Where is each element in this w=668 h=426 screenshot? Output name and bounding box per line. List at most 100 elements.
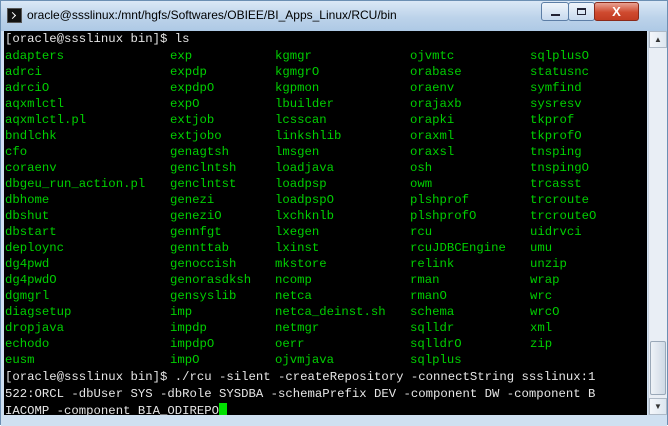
terminal-output[interactable]: [oracle@ssslinux bin]$ ls adapters adrci a… xyxy=(4,31,647,415)
file-entry: unzip xyxy=(530,257,567,271)
file-entry: adrciO xyxy=(5,81,50,95)
file-entry: wrc xyxy=(530,289,553,303)
window-bottom-border xyxy=(1,415,667,426)
file-entry: rcuJDBCEngine xyxy=(410,241,506,255)
file-entry: netca_deinst.sh xyxy=(275,305,386,319)
scrollbar-thumb[interactable] xyxy=(650,341,666,395)
file-entry: osh xyxy=(410,161,433,175)
file-entry: eusm xyxy=(5,353,35,367)
file-entry: plshprofO xyxy=(410,209,477,223)
file-entry: sysresv xyxy=(530,97,582,111)
file-entry: rcu xyxy=(410,225,433,239)
file-entry: ncomp xyxy=(275,273,312,287)
file-entry: schema xyxy=(410,305,455,319)
file-entry: coraenv xyxy=(5,161,57,175)
file-entry: lxinst xyxy=(275,241,320,255)
file-entry: oraxsl xyxy=(410,145,455,159)
file-entry: xml xyxy=(530,321,553,335)
file-entry: genoccish xyxy=(170,257,237,271)
file-entry: oerr xyxy=(275,337,305,351)
file-entry: lxchknlb xyxy=(275,209,335,223)
file-entry: gennttab xyxy=(170,241,230,255)
file-entry: impdpO xyxy=(170,337,215,351)
minimize-button[interactable] xyxy=(541,2,569,21)
file-entry: netca xyxy=(275,289,312,303)
window-title: oracle@ssslinux:/mnt/hgfs/Softwares/OBIE… xyxy=(27,8,397,22)
file-entry: aqxmlctl xyxy=(5,97,65,111)
file-entry: statusnc xyxy=(530,65,590,79)
file-entry: tnsping xyxy=(530,145,582,159)
file-entry: sqlplusO xyxy=(530,49,590,63)
file-entry: trcroute xyxy=(530,193,590,207)
file-entry: diagsetup xyxy=(5,305,72,319)
title-bar[interactable]: oracle@ssslinux:/mnt/hgfs/Softwares/OBIE… xyxy=(1,1,667,31)
file-entry: mkstore xyxy=(275,257,327,271)
close-icon: X xyxy=(612,4,621,19)
file-entry: wrcO xyxy=(530,305,560,319)
scroll-up-arrow-icon[interactable]: ▲ xyxy=(649,31,667,48)
maximize-button[interactable] xyxy=(568,2,595,21)
file-entry: dbstart xyxy=(5,225,57,239)
file-entry: genclntsh xyxy=(170,161,237,175)
file-entry: rman xyxy=(410,273,440,287)
file-entry: gensyslib xyxy=(170,289,237,303)
file-entry: aqxmlctl.pl xyxy=(5,113,87,127)
file-entry: genezi xyxy=(170,193,215,207)
file-entry: expdp xyxy=(170,65,207,79)
terminal-app-icon[interactable] xyxy=(7,8,22,23)
file-entry: extjob xyxy=(170,113,215,127)
minimize-icon xyxy=(550,14,560,16)
file-entry: orapki xyxy=(410,113,455,127)
file-entry: relink xyxy=(410,257,455,271)
ls-listing: adapters adrci adrciO aqxmlctl aqxmlctl.pl bn… xyxy=(5,48,645,388)
prompt-ls-line: [oracle@ssslinux bin]$ ls xyxy=(5,32,190,46)
file-entry: echodo xyxy=(5,337,50,351)
file-entry: loadpsp xyxy=(275,177,327,191)
file-entry: extjobo xyxy=(170,129,222,143)
file-entry: symfind xyxy=(530,81,582,95)
file-entry: cfo xyxy=(5,145,28,159)
file-entry: impdp xyxy=(170,321,207,335)
file-entry: expO xyxy=(170,97,200,111)
file-entry: orabase xyxy=(410,65,462,79)
file-entry: dbhome xyxy=(5,193,50,207)
file-entry: linkshlib xyxy=(275,129,342,143)
file-entry: ojvmtc xyxy=(410,49,455,63)
vertical-scrollbar[interactable]: ▲ ▼ xyxy=(648,31,667,415)
close-button[interactable]: X xyxy=(594,2,639,21)
command-line-1: [oracle@ssslinux bin]$ ./rcu -silent -cr… xyxy=(5,370,596,384)
file-entry: orajaxb xyxy=(410,97,462,111)
file-entry: lmsgen xyxy=(275,145,320,159)
file-entry: sqlldr xyxy=(410,321,455,335)
file-entry: kgmgrO xyxy=(275,65,320,79)
file-entry: lbuilder xyxy=(275,97,335,111)
text-cursor xyxy=(219,403,228,415)
file-entry: dbshut xyxy=(5,209,50,223)
file-entry: uidrvci xyxy=(530,225,582,239)
command-line-3-text: IACOMP -component BIA_ODIREPO xyxy=(5,404,220,415)
file-entry: trcrouteO xyxy=(530,209,597,223)
file-entry: bndlchk xyxy=(5,129,57,143)
file-entry: genclntst xyxy=(170,177,237,191)
file-entry: umu xyxy=(530,241,553,255)
file-entry: sqlplus xyxy=(410,353,462,367)
file-entry: genagtsh xyxy=(170,145,230,159)
file-entry: lxegen xyxy=(275,225,320,239)
file-entry: impO xyxy=(170,353,200,367)
terminal-window: oracle@ssslinux:/mnt/hgfs/Softwares/OBIE… xyxy=(0,0,668,426)
file-entry: plshprof xyxy=(410,193,470,207)
scroll-down-arrow-icon[interactable]: ▼ xyxy=(649,398,667,415)
file-entry: geneziO xyxy=(170,209,222,223)
file-entry: kgmgr xyxy=(275,49,312,63)
file-entry: expdpO xyxy=(170,81,215,95)
file-entry: loadpspO xyxy=(275,193,335,207)
file-entry: gennfgt xyxy=(170,225,222,239)
file-entry: sqlldrO xyxy=(410,337,462,351)
maximize-icon xyxy=(577,8,586,15)
file-entry: dg4pwd xyxy=(5,257,50,271)
file-entry: imp xyxy=(170,305,193,319)
file-entry: dbgeu_run_action.pl xyxy=(5,177,146,191)
file-entry: oraenv xyxy=(410,81,455,95)
command-line-2: 522:ORCL -dbUser SYS -dbRole SYSDBA -sch… xyxy=(5,387,596,401)
file-entry: dgmgrl xyxy=(5,289,50,303)
